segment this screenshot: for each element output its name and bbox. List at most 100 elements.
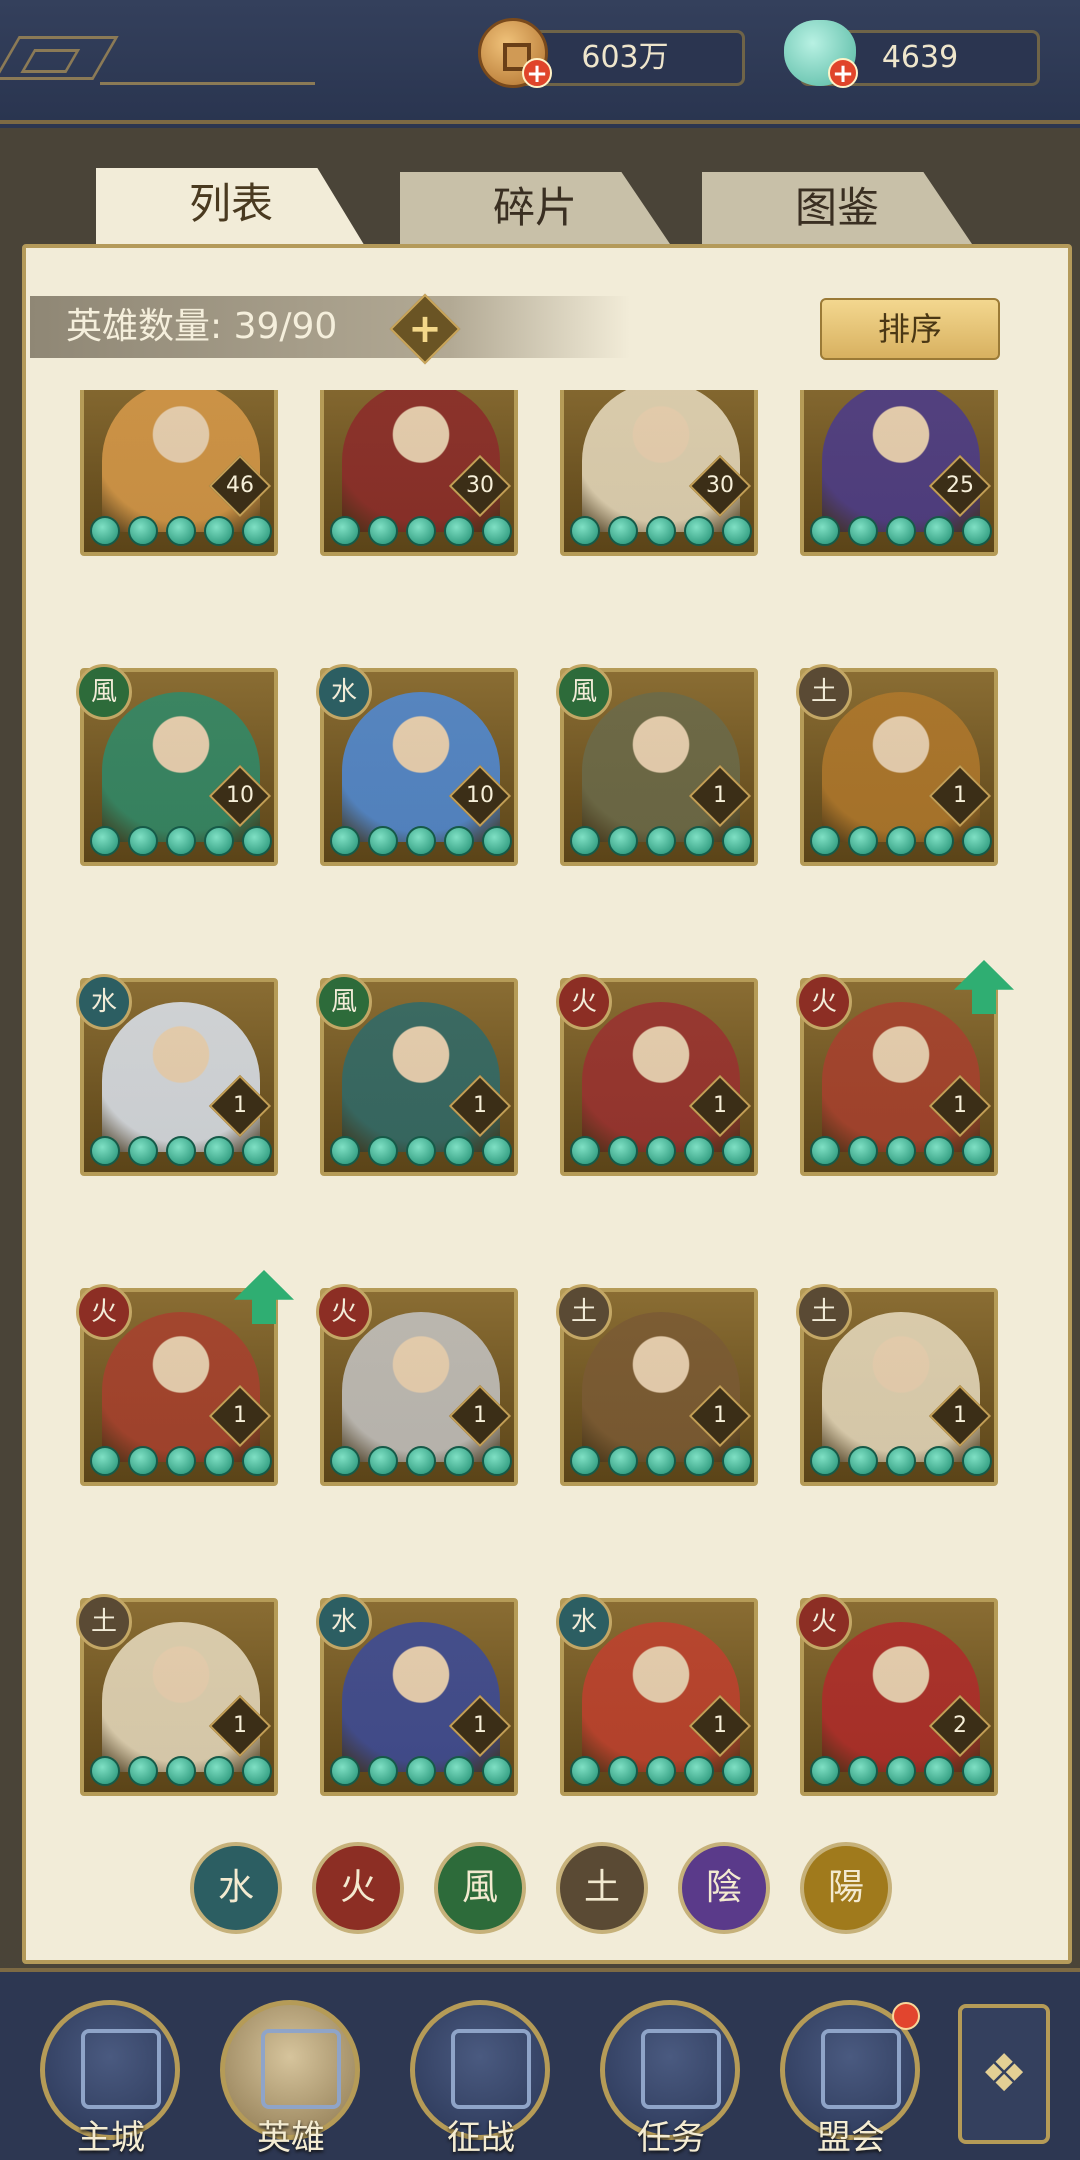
- hero-level: 10: [226, 783, 254, 808]
- header-divider: [100, 82, 315, 85]
- hero-card[interactable]: 風1: [556, 664, 758, 866]
- jade-star-icon: [166, 1756, 196, 1786]
- hero-card[interactable]: 水 10: [316, 664, 518, 866]
- hero-element-badge: 火: [316, 1284, 372, 1340]
- hero-card[interactable]: 風1: [316, 974, 518, 1176]
- jade-star-icon: [368, 516, 398, 546]
- jade-star-icon: [810, 1446, 840, 1476]
- hero-card[interactable]: 土1: [76, 1594, 278, 1796]
- jade-star-icon: [444, 1136, 474, 1166]
- hero-star-row: [330, 1446, 512, 1476]
- jade-star-icon: [962, 516, 992, 546]
- jade-star-icon: [722, 826, 752, 856]
- hero-card[interactable]: 25: [800, 390, 998, 556]
- bottom-navigation: 主城 英雄 征战 任务 盟会: [0, 1968, 1080, 2160]
- nav-item[interactable]: 主城: [36, 2000, 186, 2160]
- more-menu-button[interactable]: [958, 2004, 1050, 2144]
- jade-star-icon: [810, 1756, 840, 1786]
- nav-building-icon: [261, 2029, 341, 2109]
- hero-element-badge: 土: [76, 1594, 132, 1650]
- jade-star-icon: [886, 826, 916, 856]
- jade-star-icon: [482, 1756, 512, 1786]
- hero-card[interactable]: 水1: [316, 1594, 518, 1796]
- gem-value: 4639: [881, 40, 959, 75]
- jade-star-icon: [570, 516, 600, 546]
- hero-count-label: 英雄数量:: [66, 306, 223, 347]
- hero-card[interactable]: 火1: [556, 974, 758, 1176]
- hero-element-badge: 水: [76, 974, 132, 1030]
- jade-star-icon: [166, 1446, 196, 1476]
- element-filter-button[interactable]: 土: [556, 1842, 648, 1934]
- add-coins-button[interactable]: +: [522, 58, 552, 88]
- nav-item[interactable]: 英雄: [216, 2000, 366, 2160]
- jade-star-icon: [962, 1136, 992, 1166]
- hero-card[interactable]: 火2: [796, 1594, 998, 1796]
- nav-item[interactable]: 任务: [596, 2000, 746, 2160]
- jade-star-icon: [128, 826, 158, 856]
- hero-element-badge: 火: [796, 974, 852, 1030]
- hero-card[interactable]: 火1: [796, 960, 1014, 1176]
- hero-grid: 46 30 30 25 風 10 水 10 風 1 土 1 水 1 風 1 火 1 火 1 火 1 火 1 土 1 土 1 土 1 水 1 水 1…: [30, 390, 1050, 1800]
- hero-card[interactable]: 風 10: [76, 664, 278, 866]
- nav-item[interactable]: 盟会: [776, 2000, 926, 2160]
- element-filter-button[interactable]: 火: [312, 1842, 404, 1934]
- hero-card[interactable]: 火1: [76, 1270, 294, 1486]
- hero-star-row: [90, 1446, 272, 1476]
- hero-star-row: [810, 1136, 992, 1166]
- nav-building-icon: [641, 2029, 721, 2109]
- hero-card[interactable]: 土1: [556, 1284, 758, 1486]
- jade-star-icon: [204, 1136, 234, 1166]
- hero-level: 1: [713, 1403, 727, 1428]
- jade-star-icon: [406, 516, 436, 546]
- hero-star-row: [570, 516, 752, 546]
- jade-star-icon: [330, 1136, 360, 1166]
- jade-star-icon: [482, 1446, 512, 1476]
- jade-star-icon: [128, 1136, 158, 1166]
- jade-star-icon: [684, 1756, 714, 1786]
- hero-card[interactable]: 30: [560, 390, 758, 556]
- hero-element-badge: 風: [76, 664, 132, 720]
- hero-card[interactable]: 火1: [316, 1284, 518, 1486]
- hero-level: 30: [466, 473, 494, 498]
- jade-star-icon: [646, 1756, 676, 1786]
- element-filter-button[interactable]: 水: [190, 1842, 282, 1934]
- element-filter-button[interactable]: 風: [434, 1842, 526, 1934]
- jade-star-icon: [444, 516, 474, 546]
- jade-star-icon: [406, 1136, 436, 1166]
- jade-star-icon: [406, 826, 436, 856]
- element-filter-button[interactable]: 陰: [678, 1842, 770, 1934]
- jade-star-icon: [722, 1446, 752, 1476]
- hero-card[interactable]: 土1: [796, 664, 998, 866]
- hero-count-value: 39/90: [233, 306, 338, 347]
- nav-label: 英雄: [257, 2118, 325, 2158]
- hero-star-row: [810, 1446, 992, 1476]
- hero-card[interactable]: 46: [80, 390, 278, 556]
- hero-card[interactable]: 30: [320, 390, 518, 556]
- nav-label: 任务: [637, 2118, 705, 2158]
- jade-star-icon: [570, 1756, 600, 1786]
- hero-star-row: [90, 826, 272, 856]
- hero-card[interactable]: 土1: [796, 1284, 998, 1486]
- jade-star-icon: [482, 516, 512, 546]
- element-filter-row: 水火風土陰陽: [190, 1842, 892, 1938]
- jade-star-icon: [810, 1136, 840, 1166]
- sort-button[interactable]: 排序: [820, 298, 1000, 360]
- hero-card[interactable]: 水1: [556, 1594, 758, 1796]
- jade-star-icon: [924, 1136, 954, 1166]
- hero-star-row: [90, 1756, 272, 1786]
- hero-star-row: [570, 1446, 752, 1476]
- nav-item[interactable]: 征战: [406, 2000, 556, 2160]
- jade-star-icon: [128, 1756, 158, 1786]
- hero-level: 1: [953, 1093, 967, 1118]
- jade-star-icon: [444, 1756, 474, 1786]
- jade-star-icon: [242, 516, 272, 546]
- hero-level: 1: [713, 1093, 727, 1118]
- element-filter-button[interactable]: 陽: [800, 1842, 892, 1934]
- add-gems-button[interactable]: +: [828, 58, 858, 88]
- hero-star-row: [570, 1136, 752, 1166]
- menu-logo-icon[interactable]: [0, 36, 119, 80]
- jade-star-icon: [90, 1446, 120, 1476]
- jade-star-icon: [128, 516, 158, 546]
- hero-card[interactable]: 水1: [76, 974, 278, 1176]
- upgrade-arrow-icon: [954, 960, 1014, 1014]
